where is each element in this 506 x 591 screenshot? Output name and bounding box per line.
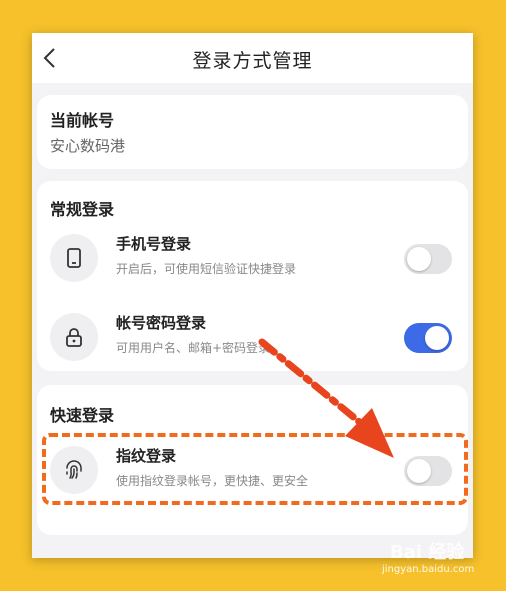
annotation-arrow-icon [258, 338, 394, 458]
watermark-url: jingyan.baidu.com [382, 564, 475, 575]
watermark-logo: Bai 经验 [390, 542, 465, 563]
watermark: Bai 经验 jingyan.baidu.com [382, 538, 502, 582]
